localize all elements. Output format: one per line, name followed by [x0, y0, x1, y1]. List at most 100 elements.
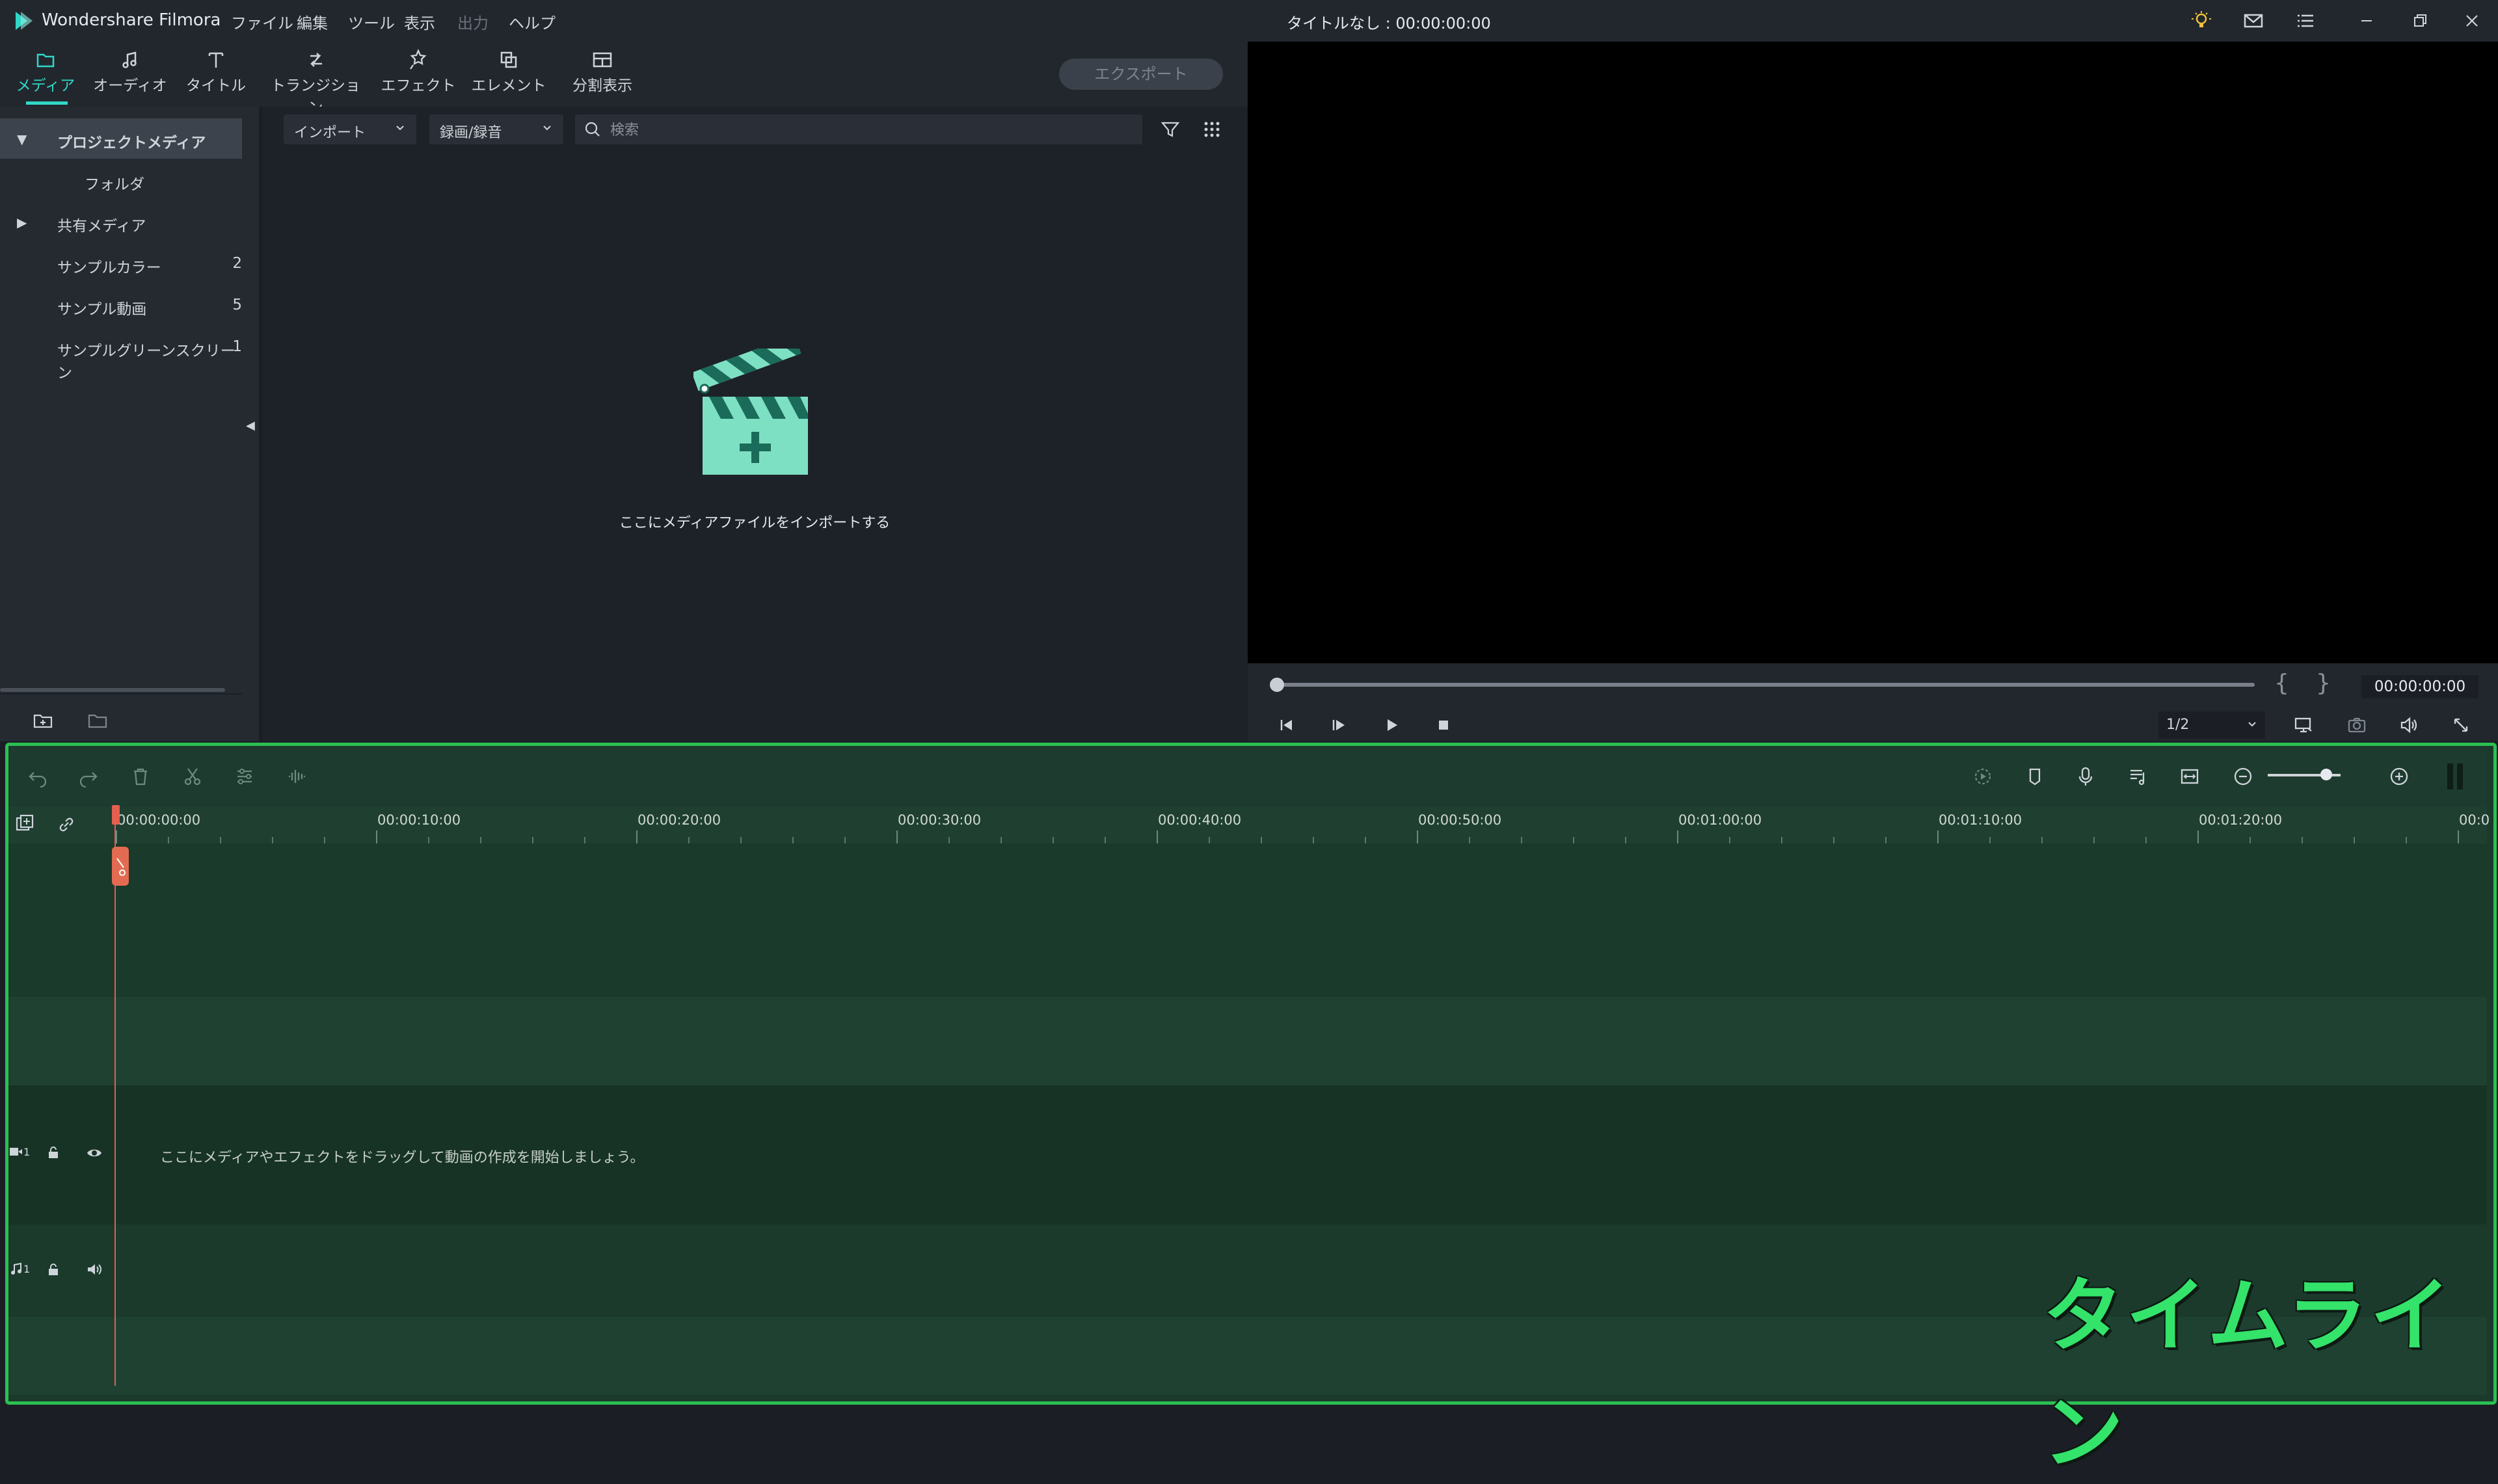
preview-seek-bar[interactable]	[1275, 683, 2255, 687]
ruler-label: 00:01:00:00	[1678, 812, 1762, 828]
next-frame-icon[interactable]	[1327, 714, 1349, 736]
mark-in-button[interactable]: {	[2274, 670, 2289, 696]
tab-media[interactable]: メディア	[0, 42, 91, 107]
preview-quality-dropdown[interactable]: 1/2	[2158, 711, 2265, 739]
sidebar-item-sample-colors[interactable]: サンプルカラー 2	[0, 243, 242, 284]
ruler-minor-tick	[1521, 837, 1522, 843]
seek-handle[interactable]	[1270, 678, 1284, 692]
snapshot-camera-icon[interactable]	[2346, 714, 2368, 736]
previous-frame-icon[interactable]	[1275, 714, 1297, 736]
ruler-label: 00:0	[2459, 812, 2490, 828]
playhead-top-marker[interactable]	[112, 805, 120, 825]
remove-folder-icon[interactable]	[86, 709, 109, 732]
delete-icon[interactable]	[128, 763, 154, 789]
minimize-icon[interactable]	[2355, 9, 2378, 33]
ruler-minor-tick	[1313, 837, 1314, 843]
ruler-minor-tick	[220, 837, 221, 843]
link-icon[interactable]	[53, 812, 79, 838]
item-count: 5	[232, 297, 242, 313]
import-hint-text: ここにメディアファイルをインポートする	[619, 515, 891, 531]
ruler-minor-tick	[324, 837, 325, 843]
collapse-arrow-icon[interactable]: ▶	[17, 215, 27, 230]
menu-file[interactable]: ファイル	[231, 10, 293, 33]
ruler-minor-tick	[584, 837, 585, 843]
volume-icon[interactable]	[2398, 714, 2420, 736]
microphone-icon[interactable]	[2073, 763, 2099, 789]
menu-tools[interactable]: ツール	[348, 10, 395, 33]
ruler-minor-tick	[844, 837, 846, 843]
tab-split-screen[interactable]: 分割表示	[557, 42, 648, 107]
marker-icon[interactable]	[2022, 763, 2048, 789]
audio-waveform-icon[interactable]	[284, 763, 310, 789]
search-box[interactable]	[575, 114, 1142, 144]
ruler-major-tick	[2197, 830, 2199, 843]
menu-help[interactable]: ヘルプ	[509, 10, 556, 33]
text-t-icon	[203, 47, 229, 73]
menu-output[interactable]: 出力	[457, 10, 489, 33]
preview-timecode: 00:00:00:00	[2361, 675, 2478, 698]
lock-icon[interactable]	[46, 1262, 61, 1277]
menu-view[interactable]: 表示	[404, 10, 435, 33]
zoom-slider-handle[interactable]	[2320, 769, 2332, 780]
undo-icon[interactable]	[25, 763, 51, 789]
redo-icon[interactable]	[75, 763, 101, 789]
fit-timeline-icon[interactable]	[2177, 763, 2203, 789]
restore-icon[interactable]	[2408, 9, 2432, 33]
menu-list-icon[interactable]	[2294, 9, 2317, 33]
audio-track-icon	[9, 1262, 23, 1276]
ruler-minor-tick	[1365, 837, 1366, 843]
menu-edit[interactable]: 編集	[297, 10, 328, 33]
close-icon[interactable]	[2460, 9, 2484, 33]
search-input[interactable]	[609, 118, 1132, 142]
pause-icon[interactable]	[2445, 761, 2465, 792]
audio-mixer-icon[interactable]	[2125, 763, 2151, 789]
cut-scissors-icon[interactable]	[180, 763, 206, 789]
tab-transition[interactable]: トランジション	[270, 42, 361, 116]
lightbulb-icon[interactable]	[2190, 9, 2213, 33]
adjust-settings-icon[interactable]	[232, 763, 258, 789]
panel-scrollbar[interactable]	[0, 688, 225, 692]
add-track-icon[interactable]	[13, 812, 39, 838]
new-folder-icon[interactable]	[31, 709, 55, 732]
speaker-icon[interactable]	[86, 1262, 103, 1277]
fullscreen-icon[interactable]	[2450, 714, 2472, 736]
import-dropdown[interactable]: インポート	[284, 114, 416, 144]
export-button[interactable]: エクスポート	[1059, 59, 1223, 90]
search-icon	[585, 122, 600, 137]
video-track-icon	[9, 1145, 23, 1159]
import-clapperboard-icon[interactable]	[692, 335, 813, 479]
zoom-out-icon[interactable]	[2230, 763, 2256, 789]
ruler-minor-tick	[688, 837, 690, 843]
record-dropdown[interactable]: 録画/録音	[429, 114, 563, 144]
tab-audio[interactable]: オーディオ	[85, 42, 176, 107]
sidebar-item-sample-videos[interactable]: サンプル動画 5	[0, 285, 242, 325]
eye-visibility-icon[interactable]	[86, 1146, 103, 1160]
render-preview-icon[interactable]	[1970, 763, 1996, 789]
filter-icon[interactable]	[1158, 117, 1183, 142]
sidebar-item-sample-green-screen[interactable]: サンプルグリーンスクリーン 1	[0, 326, 242, 382]
ruler-minor-tick	[480, 837, 481, 843]
stop-icon[interactable]	[1432, 714, 1455, 736]
tab-effects[interactable]: エフェクト	[373, 42, 464, 107]
ruler-minor-tick	[948, 837, 950, 843]
video-track-number: 1	[23, 1146, 31, 1158]
playhead-split-handle[interactable]	[112, 847, 129, 886]
sidebar-item-shared-media[interactable]: ▶ 共有メディア	[0, 202, 242, 242]
zoom-in-icon[interactable]	[2386, 763, 2412, 789]
active-tab-indicator	[26, 101, 68, 105]
grid-view-icon[interactable]	[1200, 117, 1224, 142]
sidebar-item-folder[interactable]: フォルダ	[0, 160, 242, 200]
mark-out-button[interactable]: }	[2316, 670, 2331, 696]
sidebar-item-project-media[interactable]: ▼ プロジェクトメディア	[0, 118, 242, 159]
play-icon[interactable]	[1380, 714, 1403, 736]
mail-icon[interactable]	[2242, 9, 2265, 33]
preview-canvas	[1248, 42, 2498, 663]
ruler-minor-tick	[1573, 837, 1574, 843]
tab-elements[interactable]: エレメント	[463, 42, 554, 107]
expand-arrow-icon[interactable]: ▼	[17, 131, 27, 147]
playhead[interactable]	[114, 807, 116, 1386]
tab-title[interactable]: タイトル	[170, 42, 262, 107]
display-settings-icon[interactable]	[2292, 714, 2315, 736]
lock-icon[interactable]	[46, 1145, 61, 1160]
panel-collapse-icon[interactable]: ◀	[246, 419, 255, 432]
